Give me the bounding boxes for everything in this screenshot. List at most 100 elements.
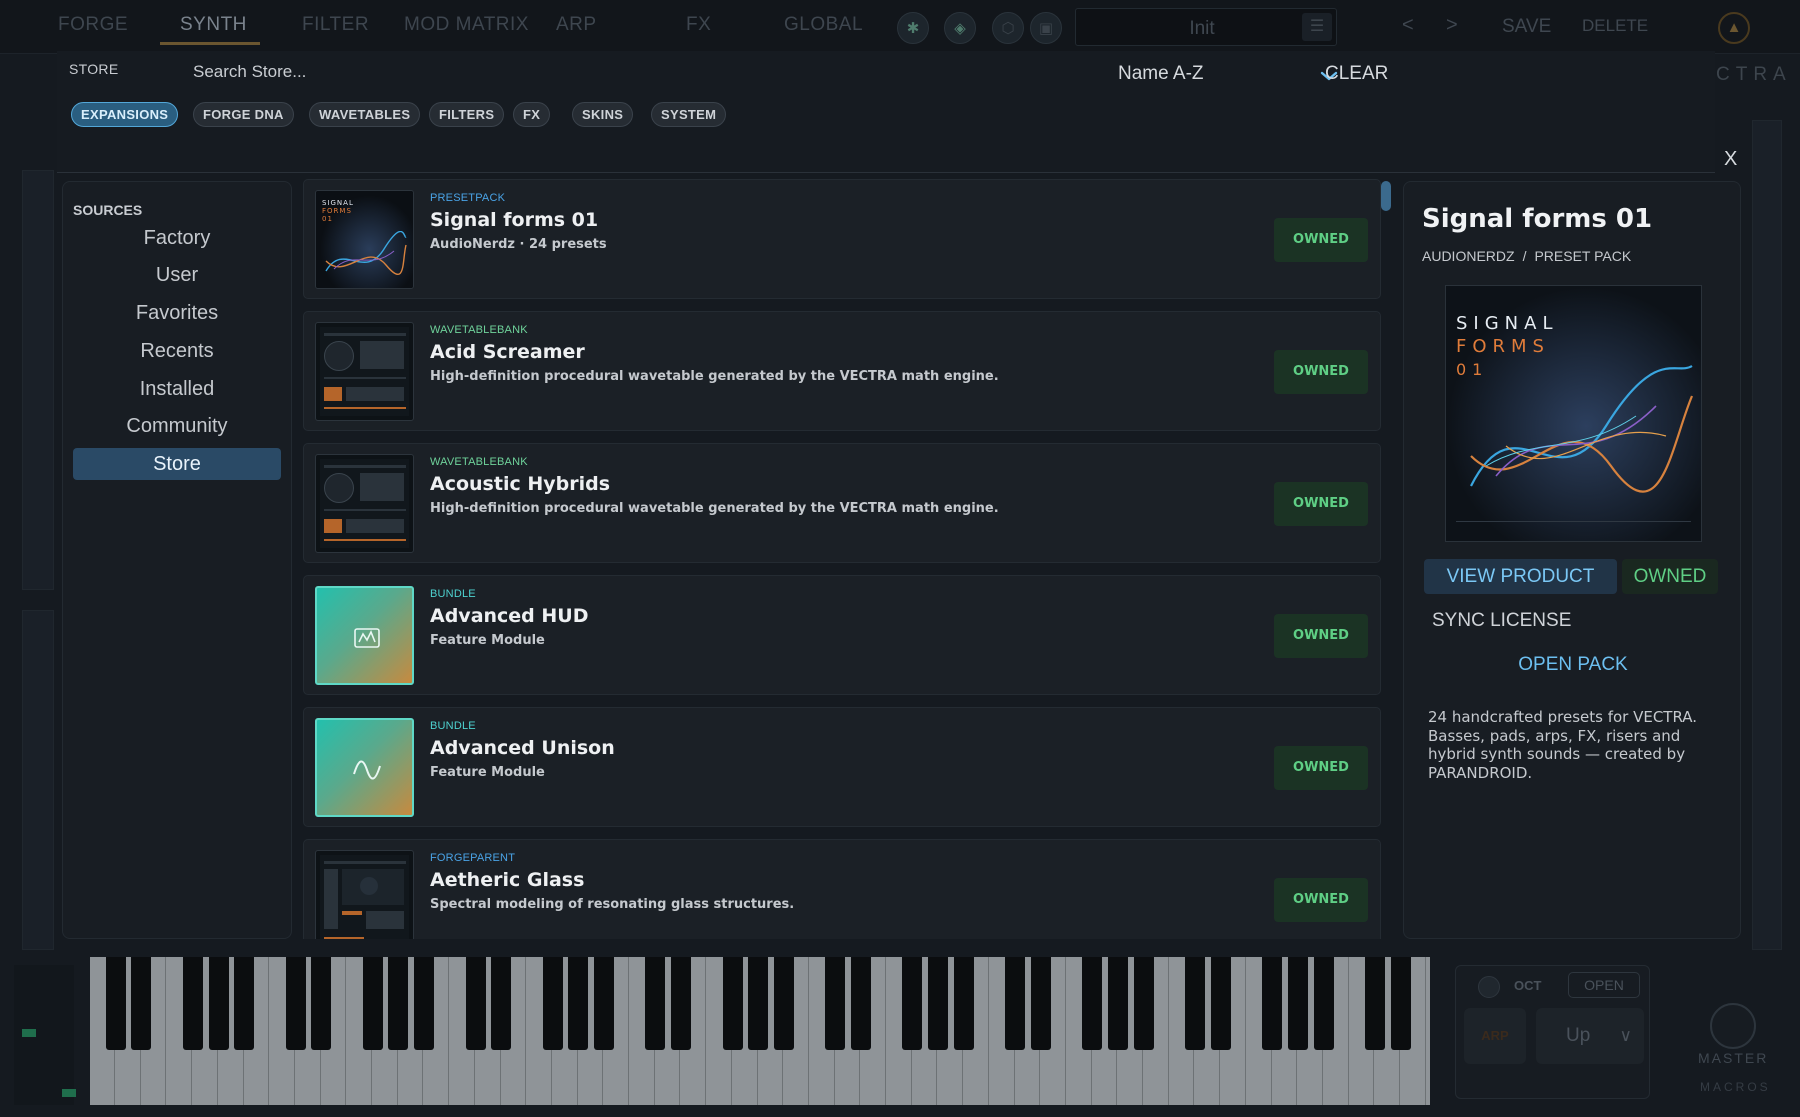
- master-knob[interactable]: [1710, 1003, 1756, 1049]
- open-button[interactable]: OPEN: [1568, 972, 1640, 998]
- piano-black-key[interactable]: [1185, 957, 1206, 1050]
- dna-icon[interactable]: ✱: [897, 12, 929, 44]
- piano-black-key[interactable]: [1365, 957, 1385, 1050]
- tab-fx[interactable]: FX: [686, 14, 711, 36]
- piano-black-key[interactable]: [311, 957, 332, 1050]
- tab-filter[interactable]: FILTER: [302, 14, 369, 36]
- sort-value: Name A-Z: [1118, 63, 1204, 84]
- bg-panel-left: [22, 170, 54, 590]
- owned-button[interactable]: OWNED: [1274, 614, 1368, 658]
- piano-black-key[interactable]: [1210, 957, 1231, 1050]
- piano-black-key[interactable]: [722, 957, 743, 1050]
- piano-black-key[interactable]: [645, 957, 666, 1050]
- piano-black-key[interactable]: [1005, 957, 1026, 1050]
- piano-keyboard[interactable]: [90, 957, 1430, 1105]
- source-item-community[interactable]: Community: [73, 410, 281, 442]
- sync-license-button[interactable]: SYNC LICENSE: [1432, 610, 1571, 632]
- lock-icon[interactable]: ▣: [1030, 12, 1062, 44]
- piano-black-key[interactable]: [542, 957, 563, 1050]
- owned-button[interactable]: OWNED: [1274, 878, 1368, 922]
- piano-black-key[interactable]: [465, 957, 486, 1050]
- piano-black-key[interactable]: [1133, 957, 1154, 1050]
- owned-button[interactable]: OWNED: [1274, 218, 1368, 262]
- source-item-favorites[interactable]: Favorites: [73, 297, 281, 329]
- piano-black-key[interactable]: [1262, 957, 1283, 1050]
- next-preset-button[interactable]: >: [1446, 14, 1458, 37]
- piano-black-key[interactable]: [748, 957, 769, 1050]
- chip-expansions[interactable]: EXPANSIONS: [71, 102, 179, 127]
- source-item-user[interactable]: User: [73, 259, 281, 291]
- list-item[interactable]: WAVETABLEBANK Acoustic Hybrids High-defi…: [303, 443, 1381, 563]
- chip-skins[interactable]: SKINS: [572, 102, 634, 127]
- piano-black-key[interactable]: [568, 957, 589, 1050]
- hexagon-icon[interactable]: ⬡: [992, 12, 1024, 44]
- piano-black-key[interactable]: [1390, 957, 1411, 1050]
- owned-button[interactable]: OWNED: [1274, 350, 1368, 394]
- source-item-factory[interactable]: Factory: [73, 222, 281, 254]
- piano-black-key[interactable]: [105, 957, 126, 1050]
- tab-synth[interactable]: SYNTH: [180, 14, 247, 36]
- save-button[interactable]: SAVE: [1502, 16, 1551, 38]
- piano-black-key[interactable]: [825, 957, 846, 1050]
- tab-arp[interactable]: ARP: [556, 14, 597, 36]
- delete-button[interactable]: DELETE: [1582, 16, 1648, 36]
- piano-black-key[interactable]: [182, 957, 203, 1050]
- chip-fx[interactable]: FX: [513, 102, 551, 127]
- chip-wavetables[interactable]: WAVETABLES: [309, 102, 421, 127]
- piano-black-key[interactable]: [414, 957, 435, 1050]
- source-item-recents[interactable]: Recents: [73, 335, 281, 367]
- piano-black-key[interactable]: [851, 957, 871, 1050]
- eye-icon[interactable]: ◈: [944, 12, 976, 44]
- power-toggle-icon[interactable]: [1478, 976, 1500, 998]
- piano-black-key[interactable]: [1313, 957, 1334, 1050]
- owned-button[interactable]: OWNED: [1274, 746, 1368, 790]
- piano-black-key[interactable]: [285, 957, 306, 1050]
- piano-black-key[interactable]: [902, 957, 923, 1050]
- chip-system[interactable]: SYSTEM: [651, 102, 727, 127]
- piano-black-key[interactable]: [773, 957, 794, 1050]
- sort-dropdown[interactable]: Name A-Z: [1118, 61, 1338, 91]
- arp-toggle-button[interactable]: ARP: [1464, 1008, 1526, 1064]
- open-pack-button[interactable]: OPEN PACK: [1404, 654, 1742, 676]
- list-item[interactable]: BUNDLE Advanced HUD Feature Module OWNED: [303, 575, 1381, 695]
- piano-black-key[interactable]: [953, 957, 974, 1050]
- piano-black-key[interactable]: [491, 957, 512, 1050]
- list-item[interactable]: FORGEPARENT Aetheric Glass Spectral mode…: [303, 839, 1381, 939]
- tab-global[interactable]: GLOBAL: [784, 14, 863, 36]
- piano-black-key[interactable]: [671, 957, 692, 1050]
- clear-button[interactable]: CLEAR: [1325, 63, 1388, 85]
- tab-mod-matrix[interactable]: MOD MATRIX: [404, 14, 529, 36]
- chip-filters[interactable]: FILTERS: [429, 102, 505, 127]
- piano-black-key[interactable]: [362, 957, 383, 1050]
- arp-direction-value: Up: [1566, 1025, 1591, 1046]
- piano-black-key[interactable]: [234, 957, 255, 1050]
- owned-button[interactable]: OWNED: [1274, 482, 1368, 526]
- piano-black-key[interactable]: [594, 957, 614, 1050]
- list-scrollbar[interactable]: [1381, 181, 1391, 211]
- piano-black-key[interactable]: [131, 957, 152, 1050]
- preset-selector[interactable]: Init ☰: [1075, 8, 1337, 46]
- store-search-input[interactable]: [193, 59, 893, 85]
- source-item-store[interactable]: Store: [73, 448, 281, 480]
- piano-black-key[interactable]: [1030, 957, 1051, 1050]
- piano-black-key[interactable]: [1082, 957, 1103, 1050]
- chip-forge-dna[interactable]: FORGE DNA: [193, 102, 294, 127]
- piano-black-key[interactable]: [388, 957, 409, 1050]
- list-item[interactable]: BUNDLE Advanced Unison Feature Module OW…: [303, 707, 1381, 827]
- piano-black-key[interactable]: [1108, 957, 1128, 1050]
- prev-preset-button[interactable]: <: [1402, 14, 1414, 37]
- list-item[interactable]: WAVETABLEBANK Acid Screamer High-definit…: [303, 311, 1381, 431]
- view-product-button[interactable]: VIEW PRODUCT: [1424, 559, 1617, 594]
- oct-label: OCT: [1514, 978, 1542, 993]
- piano-black-key[interactable]: [1287, 957, 1308, 1050]
- piano-black-key[interactable]: [928, 957, 949, 1050]
- list-item[interactable]: SIGNAL FORMS 01 PRESETPACK Signal forms …: [303, 179, 1381, 299]
- hamburger-menu-icon[interactable]: ☰: [1302, 13, 1332, 41]
- product-subtitle: AudioNerdz · 24 presets: [430, 237, 607, 252]
- piano-black-key[interactable]: [208, 957, 229, 1050]
- close-store-button[interactable]: X: [1724, 148, 1737, 171]
- tab-forge[interactable]: FORGE: [58, 14, 128, 36]
- source-item-installed[interactable]: Installed: [73, 373, 281, 405]
- detail-description: 24 handcrafted presets for VECTRA. Basse…: [1428, 708, 1698, 782]
- arp-direction-select[interactable]: Up ∨: [1536, 1008, 1644, 1064]
